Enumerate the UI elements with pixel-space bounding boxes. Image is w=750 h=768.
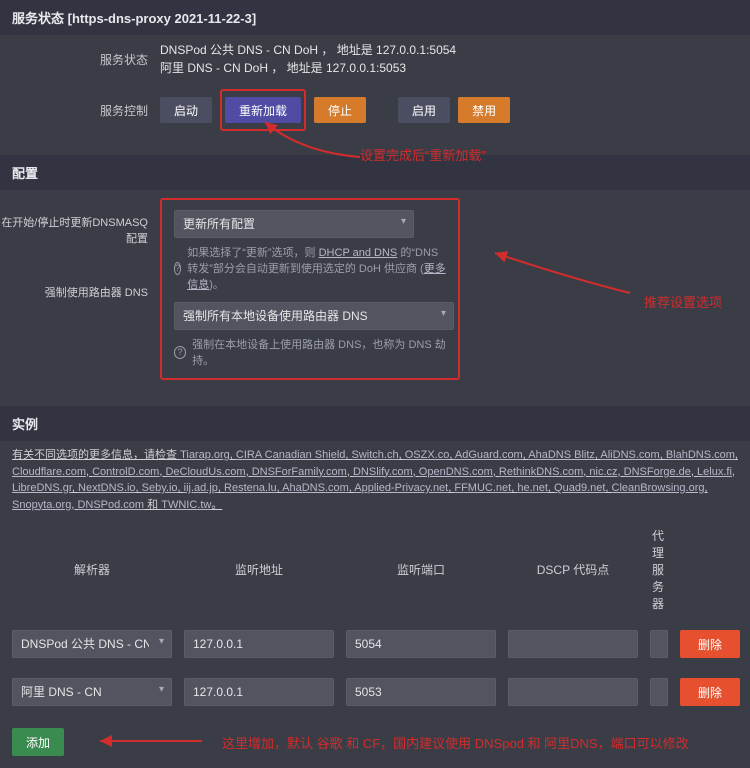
dnsmasq-help: ? 如果选择了“更新”选项，则 DHCP and DNS 的“DNS转发”部分会…: [174, 244, 446, 292]
forcedns-label: 强制使用路由器 DNS: [0, 284, 160, 300]
provider-link[interactable]: iij.ad.jp: [184, 482, 218, 494]
dhcp-dns-link[interactable]: DHCP and DNS: [319, 247, 398, 259]
provider-link[interactable]: Snopyta.org: [12, 499, 71, 511]
status-line-1: DNSPod 公共 DNS - CN DoH ， 地址是 127.0.0.1:5…: [160, 41, 738, 59]
provider-link[interactable]: Cloudflare.com: [12, 466, 86, 478]
provider-link[interactable]: ControlD.com: [92, 466, 159, 478]
add-arrow: [92, 729, 202, 755]
col-proxy: 代理服务器: [650, 527, 666, 612]
provider-link[interactable]: FFMUC.net: [454, 482, 511, 494]
footer-annotation: 这里增加，默认 谷歌 和 CF，国内建议使用 DNSpod 和 阿里DNS，端口…: [222, 733, 689, 752]
provider-link[interactable]: DeCloudUs.com: [165, 466, 245, 478]
provider-link[interactable]: nic.cz: [589, 466, 617, 478]
addr-input[interactable]: [184, 630, 334, 658]
status-label: 服务状态: [12, 51, 160, 68]
col-port: 监听端口: [346, 561, 496, 578]
port-input[interactable]: [346, 678, 496, 706]
col-resolver: 解析器: [12, 561, 172, 578]
provider-link[interactable]: Tiarap.org: [180, 449, 230, 461]
provider-link[interactable]: DNSlify.com: [353, 466, 413, 478]
port-input[interactable]: [346, 630, 496, 658]
help-icon: ?: [174, 262, 181, 275]
dscp-input[interactable]: [508, 630, 638, 658]
provider-link[interactable]: TWNIC.tw: [161, 499, 211, 511]
control-label: 服务控制: [12, 102, 160, 119]
provider-link[interactable]: DNSForFamily.com: [252, 466, 347, 478]
instances-info: 有关不同选项的更多信息，请检查 Tiarap.org, CIRA Canadia…: [0, 441, 750, 519]
instances-table-head: 解析器 监听地址 监听端口 DSCP 代码点 代理服务器: [0, 519, 750, 620]
status-line-2: 阿里 DNS - CN DoH ， 地址是 127.0.0.1:5053: [160, 59, 738, 77]
provider-link[interactable]: Restena.lu: [224, 482, 277, 494]
addr-input[interactable]: [184, 678, 334, 706]
forcedns-select[interactable]: 强制所有本地设备使用路由器 DNS: [174, 302, 454, 330]
status-row: 服务状态 DNSPod 公共 DNS - CN DoH ， 地址是 127.0.…: [0, 35, 750, 83]
dnsmasq-label: 在开始/停止时更新DNSMASQ配置: [0, 214, 160, 246]
provider-link[interactable]: AdGuard.com: [455, 449, 523, 461]
add-button[interactable]: 添加: [12, 728, 64, 756]
proxy-input[interactable]: [650, 630, 668, 658]
provider-link[interactable]: AhaDNS Blitz: [528, 449, 595, 461]
provider-link[interactable]: Seby.io: [142, 482, 178, 494]
delete-button[interactable]: 删除: [680, 630, 740, 658]
start-button[interactable]: 启动: [160, 97, 212, 123]
col-dscp: DSCP 代码点: [508, 561, 638, 578]
control-row: 服务控制 启动 重新加载 停止 启用 禁用 设置完成后“重新加载”: [0, 83, 750, 137]
service-status-header: 服务状态 [https-dns-proxy 2021-11-22-3]: [0, 0, 750, 35]
recommend-annotation: 推荐设置选项: [644, 292, 722, 311]
provider-link[interactable]: Quad9.net: [554, 482, 605, 494]
provider-link[interactable]: NextDNS.io: [78, 482, 135, 494]
provider-link[interactable]: BlahDNS.com: [666, 449, 735, 461]
status-value: DNSPod 公共 DNS - CN DoH ， 地址是 127.0.0.1:5…: [160, 41, 738, 77]
provider-link[interactable]: OSZX.co: [405, 449, 450, 461]
recommend-arrow: [490, 238, 640, 298]
instances-header: 实例: [0, 406, 750, 441]
provider-link[interactable]: Applied-Privacy.net: [354, 482, 448, 494]
provider-link[interactable]: Switch.ch: [352, 449, 399, 461]
col-addr: 监听地址: [184, 561, 334, 578]
dnsmasq-select[interactable]: 更新所有配置: [174, 210, 414, 238]
resolver-select[interactable]: 阿里 DNS - CN: [12, 678, 172, 706]
provider-link[interactable]: RethinkDNS.com: [499, 466, 583, 478]
provider-link[interactable]: DNSPod.com: [77, 499, 144, 511]
table-row: DNSPod 公共 DNS - CN 删除: [0, 620, 750, 668]
enable-button[interactable]: 启用: [398, 97, 450, 123]
provider-link[interactable]: CleanBrowsing.org: [612, 482, 705, 494]
table-row: 阿里 DNS - CN 删除: [0, 668, 750, 716]
config-highlight: 更新所有配置 ? 如果选择了“更新”选项，则 DHCP and DNS 的“DN…: [160, 198, 460, 380]
provider-link[interactable]: LibreDNS.gr: [12, 482, 72, 494]
help-icon: ?: [174, 346, 186, 359]
provider-link[interactable]: AhaDNS.com: [282, 482, 349, 494]
forcedns-help: ? 强制在本地设备上使用路由器 DNS，也称为 DNS 劫持。: [174, 336, 446, 368]
resolver-select[interactable]: DNSPod 公共 DNS - CN: [12, 630, 172, 658]
reload-annotation: 设置完成后“重新加载”: [360, 145, 486, 164]
delete-button[interactable]: 删除: [680, 678, 740, 706]
provider-link[interactable]: CIRA Canadian Shield: [236, 449, 345, 461]
dscp-input[interactable]: [508, 678, 638, 706]
provider-link[interactable]: AliDNS.com: [600, 449, 659, 461]
provider-link[interactable]: DNSForge.de: [624, 466, 691, 478]
proxy-input[interactable]: [650, 678, 668, 706]
provider-link[interactable]: Lelux.fi: [697, 466, 732, 478]
provider-link[interactable]: OpenDNS.com: [419, 466, 493, 478]
disable-button[interactable]: 禁用: [458, 97, 510, 123]
provider-link[interactable]: he.net: [517, 482, 548, 494]
